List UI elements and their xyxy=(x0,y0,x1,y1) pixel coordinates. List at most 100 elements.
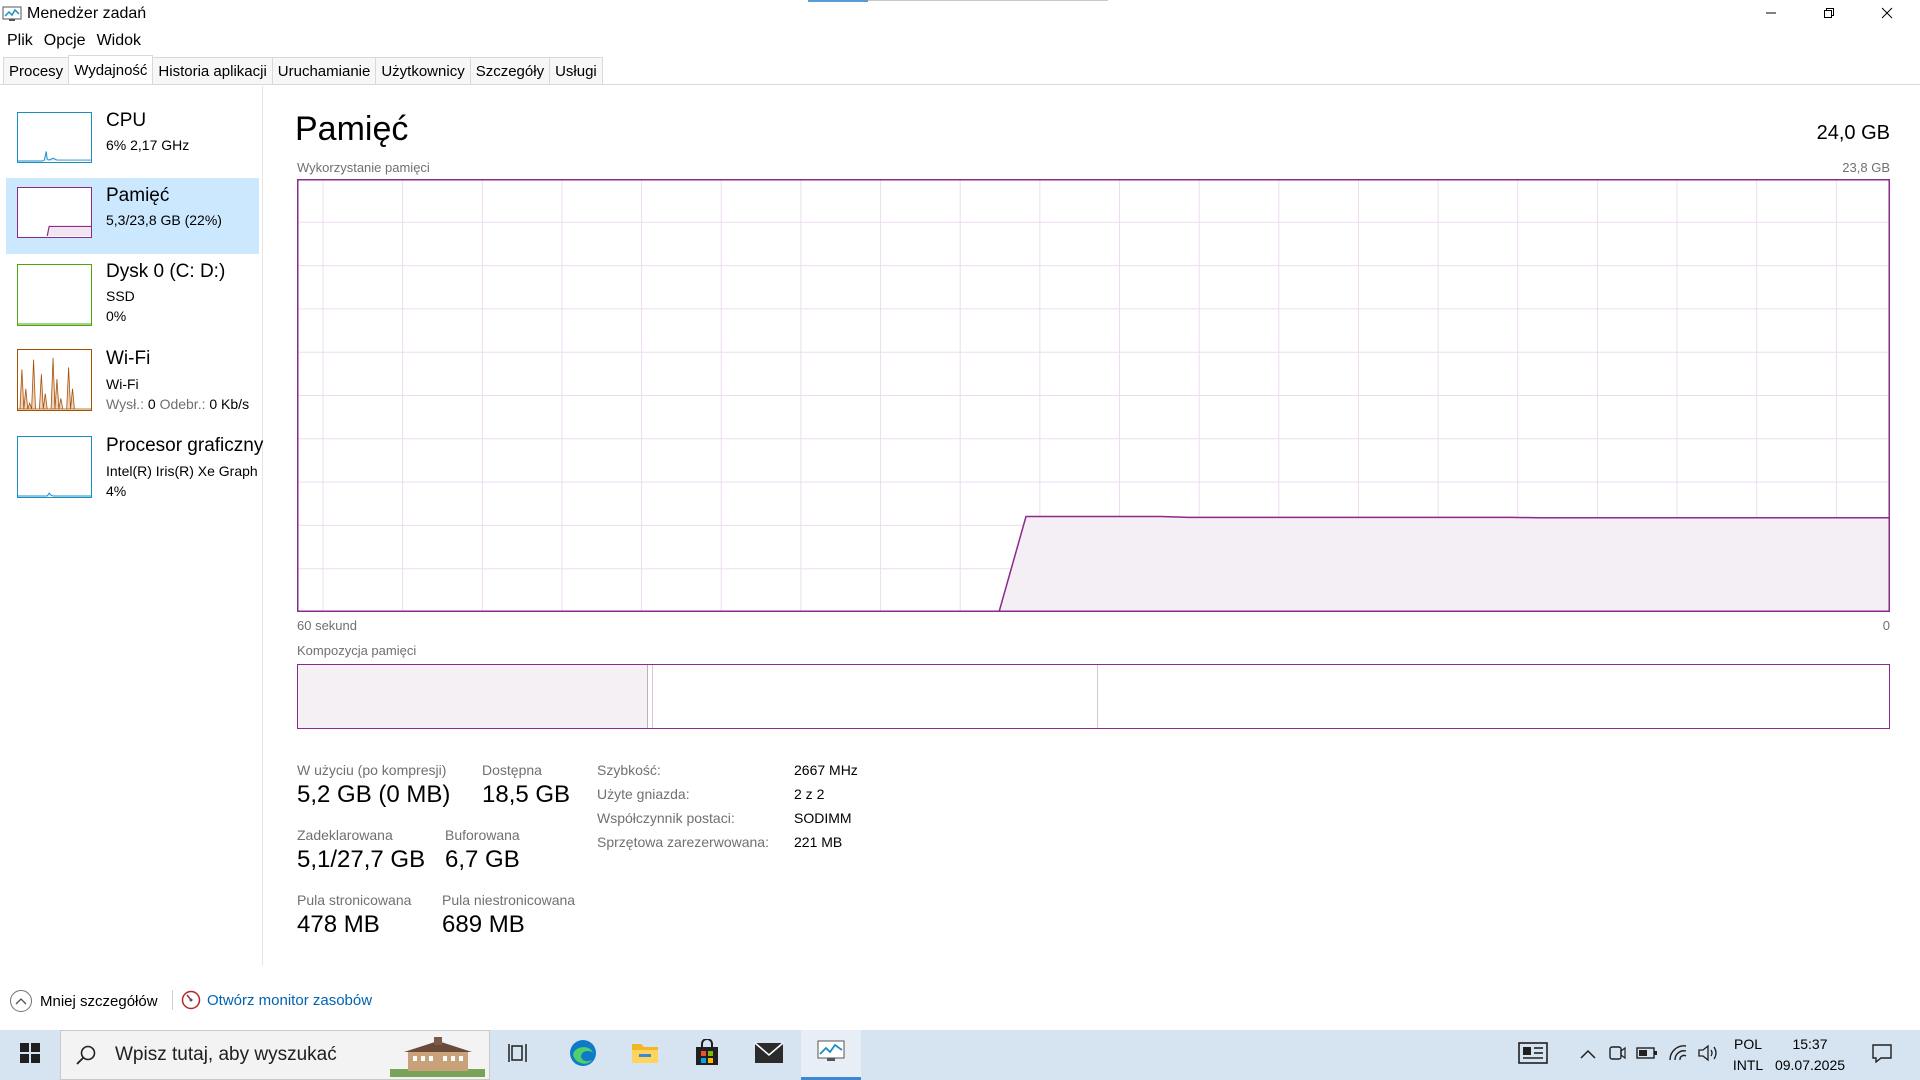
sidebar-item-gpu[interactable]: Procesor graficzny Intel(R) Iris(R) Xe G… xyxy=(6,428,263,504)
sidebar-item-memory[interactable]: Pamięć 5,3/23,8 GB (22%) xyxy=(6,178,259,254)
stat-cached: Buforowana 6,7 GB xyxy=(445,827,520,874)
tab-szczegoly[interactable]: Szczegóły xyxy=(469,57,551,84)
store-button[interactable] xyxy=(677,1030,737,1080)
search-icon xyxy=(75,1044,97,1066)
show-hidden-icons-button[interactable] xyxy=(1577,1030,1599,1080)
meet-now-button[interactable] xyxy=(1606,1030,1628,1080)
title-divider xyxy=(868,0,1108,1)
sidebar-wifi-adapter: Wi-Fi xyxy=(106,376,139,392)
network-button[interactable] xyxy=(1666,1030,1690,1080)
tab-bar: Procesy Wydajność Historia aplikacji Uru… xyxy=(0,55,1920,85)
resource-monitor-icon xyxy=(181,990,201,1010)
open-resource-monitor-link[interactable]: Otwórz monitor zasobów xyxy=(181,990,372,1010)
stat-paged-pool-value: 478 MB xyxy=(297,911,380,938)
close-icon xyxy=(1881,6,1893,24)
detail-hw-reserved-key: Sprzętowa zarezerwowana: xyxy=(597,834,769,850)
menu-plik[interactable]: Plik xyxy=(0,30,33,54)
tab-historia-aplikacji[interactable]: Historia aplikacji xyxy=(152,57,273,84)
task-manager-taskbar-button[interactable] xyxy=(801,1030,861,1080)
sidebar-cpu-name: CPU xyxy=(106,110,147,131)
battery-icon xyxy=(1636,1046,1658,1065)
taskbar-search-box[interactable]: Wpisz tutaj, aby wyszukać xyxy=(60,1030,490,1080)
stat-in-use-label: W użyciu (po kompresji) xyxy=(297,762,447,778)
input-language-line2[interactable]: INTL xyxy=(1726,1057,1770,1073)
fewer-details-label: Mniej szczegółów xyxy=(40,992,158,1010)
window-title: Menedżer zadań xyxy=(27,5,147,22)
news-button[interactable] xyxy=(1515,1030,1551,1080)
notifications-icon xyxy=(1871,1043,1893,1068)
file-explorer-button[interactable] xyxy=(615,1030,675,1080)
mail-button[interactable] xyxy=(739,1030,799,1080)
clock-time[interactable]: 15:37 xyxy=(1770,1036,1850,1052)
volume-icon xyxy=(1697,1044,1719,1067)
title-bar: Menedżer zadań xyxy=(0,0,1920,30)
detail-speed-value: 2667 MHz xyxy=(794,762,858,778)
footer-separator xyxy=(172,990,173,1010)
start-button[interactable] xyxy=(0,1030,60,1080)
stat-available-value: 18,5 GB xyxy=(482,781,571,808)
windows-start-icon xyxy=(19,1042,41,1069)
sidebar-memory-usage: 5,3/23,8 GB (22%) xyxy=(106,212,222,228)
menu-bar: Plik Opcje Widok xyxy=(0,30,145,54)
memory-composition-bar xyxy=(297,664,1890,729)
memory-total: 24,0 GB xyxy=(1816,122,1890,144)
task-manager-icon xyxy=(2,6,22,22)
search-placeholder: Wpisz tutaj, aby wyszukać xyxy=(115,1044,337,1065)
chart-axis-right: 0 xyxy=(1882,618,1890,633)
sidebar-item-wifi[interactable]: Wi-Fi Wi-Fi Wysł.: 0 Odebr.: 0 Kb/s xyxy=(6,341,259,417)
detail-slots-value: 2 z 2 xyxy=(794,786,825,802)
news-icon xyxy=(1518,1041,1548,1069)
edge-button[interactable] xyxy=(553,1030,613,1080)
disk-thumbnail xyxy=(17,264,92,326)
stat-nonpaged-pool-value: 689 MB xyxy=(442,911,525,938)
task-view-button[interactable] xyxy=(490,1030,550,1080)
tab-uslugi[interactable]: Usługi xyxy=(549,57,603,84)
close-button[interactable] xyxy=(1858,0,1916,30)
tab-uruchamianie[interactable]: Uruchamianie xyxy=(271,57,377,84)
edge-icon xyxy=(568,1038,598,1073)
tab-uzytkownicy[interactable]: Użytkownicy xyxy=(375,57,471,84)
wifi-thumbnail xyxy=(17,349,92,411)
menu-opcje[interactable]: Opcje xyxy=(37,30,86,54)
detail-slots-key: Użyte gniazda: xyxy=(597,786,690,802)
sidebar-disk-name: Dysk 0 (C: D:) xyxy=(106,261,226,282)
page-title: Pamięć xyxy=(295,110,409,148)
chevron-up-icon xyxy=(10,990,32,1012)
detail-form-factor-key: Współczynnik postaci: xyxy=(597,810,735,826)
input-language-line1[interactable]: POL xyxy=(1726,1036,1770,1052)
sidebar-wifi-throughput: Wysł.: 0 Odebr.: 0 Kb/s xyxy=(106,396,249,412)
chart-max-label: 23,8 GB xyxy=(1842,160,1890,175)
clock-date[interactable]: 09.07.2025 xyxy=(1770,1057,1850,1073)
wifi-send-label: Wysł.: xyxy=(106,396,144,412)
notifications-button[interactable] xyxy=(1862,1030,1902,1080)
resource-monitor-label: Otwórz monitor zasobów xyxy=(207,991,373,1009)
sidebar-gpu-name: Procesor graficzny xyxy=(106,435,264,456)
sidebar-item-cpu[interactable]: CPU 6% 2,17 GHz xyxy=(6,103,259,179)
composition-label: Kompozycja pamięci xyxy=(297,643,417,658)
stat-paged-pool: Pula stronicowana 478 MB xyxy=(297,892,411,939)
fewer-details-button[interactable]: Mniej szczegółów xyxy=(10,990,158,1012)
footer: Mniej szczegółów Otwórz monitor zasobów xyxy=(0,982,1920,1018)
tab-procesy[interactable]: Procesy xyxy=(3,57,70,84)
minimize-button[interactable] xyxy=(1742,0,1800,30)
sidebar-cpu-usage: 6% 2,17 GHz xyxy=(106,137,190,153)
battery-button[interactable] xyxy=(1635,1030,1659,1080)
gpu-thumbnail xyxy=(17,436,92,498)
stat-committed-value: 5,1/27,7 GB xyxy=(297,846,426,873)
sidebar-disk-type: SSD xyxy=(106,288,135,304)
wifi-send-value: 0 xyxy=(147,396,156,412)
task-manager-icon xyxy=(816,1039,846,1068)
meet-now-icon xyxy=(1608,1044,1626,1067)
volume-button[interactable] xyxy=(1695,1030,1721,1080)
memory-thumbnail xyxy=(17,187,92,238)
stat-nonpaged-pool-label: Pula niestronicowana xyxy=(442,892,576,908)
menu-widok[interactable]: Widok xyxy=(90,30,141,54)
restore-button[interactable] xyxy=(1800,0,1858,30)
wifi-icon xyxy=(1668,1044,1688,1067)
memory-usage-chart xyxy=(297,179,1890,612)
stat-paged-pool-label: Pula stronicowana xyxy=(297,892,412,908)
sidebar-item-disk[interactable]: Dysk 0 (C: D:) SSD 0% xyxy=(6,254,259,330)
tab-wydajnosc[interactable]: Wydajność xyxy=(68,55,154,83)
task-view-icon xyxy=(508,1042,532,1069)
sidebar-wifi-name: Wi-Fi xyxy=(106,348,151,369)
